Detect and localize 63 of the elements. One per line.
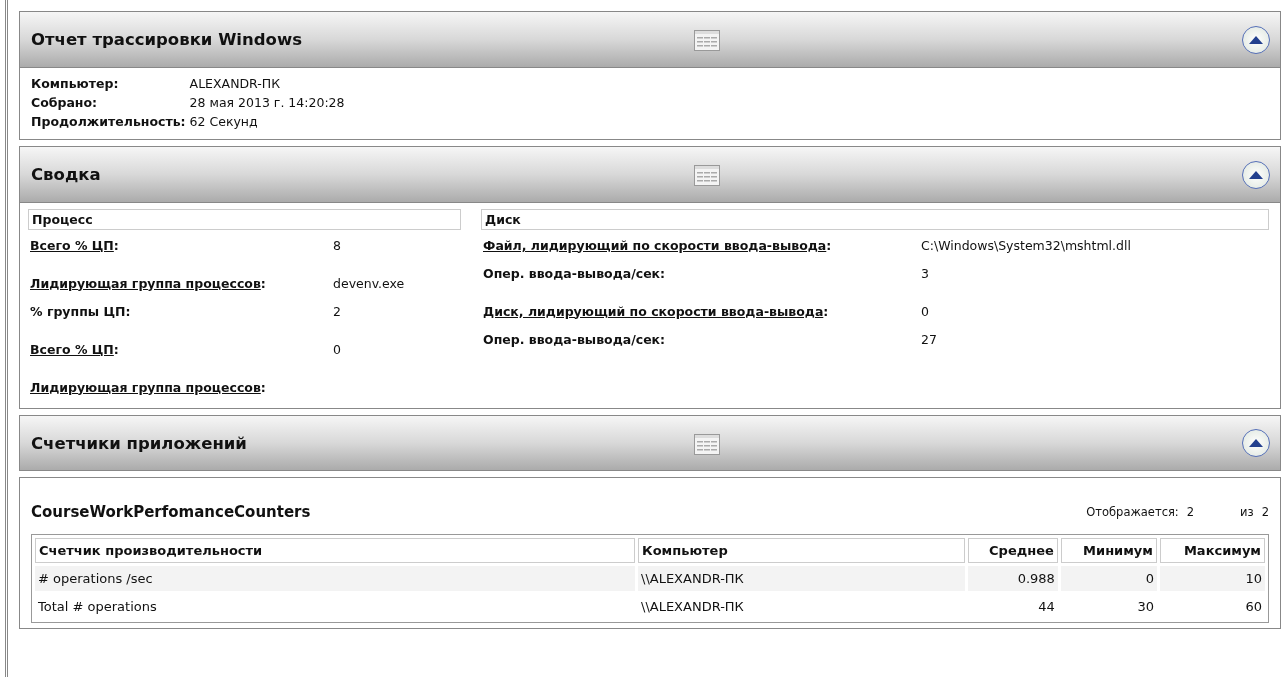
- label-colon: :: [826, 237, 832, 253]
- field-label: Собрано:: [31, 95, 99, 110]
- section-title: Сводка: [31, 165, 101, 184]
- metric-value: 0: [333, 341, 342, 357]
- metric-value: 8: [333, 237, 342, 253]
- metric-value: C:\Windows\System32\mshtml.dll: [921, 237, 1132, 253]
- metric-value: devenv.exe: [333, 275, 406, 291]
- shown-label: Отображается:: [1086, 505, 1179, 519]
- of-label: из: [1240, 505, 1254, 519]
- label-colon: :: [113, 341, 119, 357]
- collapse-button[interactable]: [1242, 25, 1270, 54]
- label-colon: :: [260, 379, 266, 395]
- metric-link[interactable]: Файл, лидирующий по скорости ввода-вывода: [483, 237, 827, 253]
- column-header: Минимум: [1060, 538, 1157, 563]
- table-icon: [694, 30, 720, 51]
- table-cell: # operations /sec: [35, 566, 635, 591]
- label-colon: :: [260, 275, 266, 291]
- table-cell-text: \\ALEXANDR-ПК: [640, 598, 745, 616]
- metric-link[interactable]: Диск, лидирующий по скорости ввода-вывода: [483, 303, 824, 319]
- collapse-button[interactable]: [1242, 160, 1270, 189]
- table-cell-text: 60: [1244, 598, 1263, 616]
- table-cell: 0.988: [968, 566, 1058, 591]
- metric-label: Опер. ввода-вывода/сек:: [483, 265, 666, 281]
- section-title: Счетчики приложений: [31, 433, 247, 453]
- table-cell-text: 44: [1037, 598, 1056, 616]
- table-cell-text: Total # operations: [37, 598, 158, 616]
- collapse-button[interactable]: [1242, 429, 1270, 457]
- collapse-icon: [1249, 170, 1263, 179]
- label-colon: :: [113, 237, 119, 253]
- column-title: Диск: [481, 209, 1269, 230]
- table-icon: [694, 434, 720, 455]
- collapse-icon: [1249, 35, 1263, 44]
- metric-link[interactable]: Лидирующая группа процессов: [30, 379, 261, 395]
- field-value: ALEXANDR-ПК: [189, 76, 282, 91]
- field-label: Продолжительность:: [31, 114, 187, 129]
- column-title: Процесс: [28, 209, 461, 230]
- metric-value: 3: [921, 265, 930, 281]
- field-value: 28 мая 2013 г. 14:20:28: [189, 95, 346, 110]
- collapse-icon: [1249, 439, 1263, 447]
- metric-label: % группы ЦП:: [30, 303, 131, 319]
- table-cell: \\ALEXANDR-ПК: [638, 566, 965, 591]
- table-cell: 0: [1060, 566, 1157, 591]
- metric-link[interactable]: Всего % ЦП: [30, 237, 114, 253]
- metric-link[interactable]: Всего % ЦП: [30, 341, 114, 357]
- table-icon: [694, 165, 720, 186]
- column-header: Компьютер: [638, 538, 965, 563]
- column-header: Максимум: [1159, 538, 1265, 563]
- table-cell-text: 30: [1136, 598, 1155, 616]
- label-colon: :: [823, 303, 829, 319]
- table-title: CourseWorkPerfomanceCounters: [31, 503, 312, 521]
- total-count: 2: [1261, 505, 1269, 519]
- metric-value: 27: [921, 331, 938, 347]
- metric-value: 0: [921, 303, 930, 319]
- field-value: 62 Секунд: [189, 114, 259, 129]
- metric-link[interactable]: Лидирующая группа процессов: [30, 275, 261, 291]
- section-title: Отчет трассировки Windows: [31, 30, 302, 49]
- shown-count: 2: [1186, 505, 1195, 519]
- column-header: Среднее: [968, 538, 1058, 563]
- column-header: Счетчик производительности: [35, 538, 635, 563]
- table-cell: 10: [1159, 566, 1265, 591]
- field-label: Компьютер:: [31, 76, 120, 91]
- metric-label: Опер. ввода-вывода/сек:: [483, 331, 666, 347]
- metric-value: 2: [333, 303, 342, 319]
